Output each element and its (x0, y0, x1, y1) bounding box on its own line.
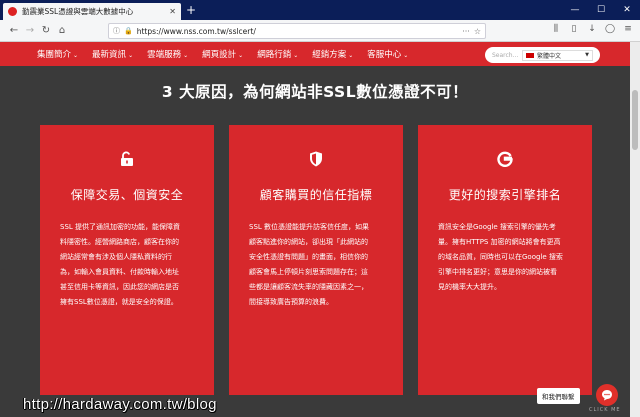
blog-watermark: http://hardaway.com.tw/blog (23, 396, 217, 413)
chevron-down-icon: ⌄ (183, 52, 189, 59)
taiwan-flag-icon (526, 52, 534, 58)
close-window-icon[interactable]: ✕ (614, 0, 640, 20)
minimize-icon[interactable]: — (562, 0, 588, 20)
chevron-down-icon: ⌄ (73, 52, 79, 59)
library-icon[interactable]: ⫼ (550, 24, 562, 34)
card-title: 顧客購買的信任指標 (259, 188, 373, 202)
info-icon[interactable]: ⓘ (113, 26, 120, 36)
language-label: 繁體中文 (537, 52, 562, 60)
download-icon[interactable]: ↓ (586, 24, 598, 34)
chevron-down-icon: ▼ (585, 52, 589, 58)
google-g-icon (418, 151, 592, 167)
tab-close-icon[interactable]: ✕ (169, 7, 176, 16)
home-icon[interactable]: ⌂ (54, 25, 70, 36)
site-favicon-icon (8, 7, 17, 16)
url-bar[interactable]: ⓘ 🔒 https://www.nss.com.tw/sslcert/ ··· … (108, 23, 486, 39)
url-text[interactable]: https://www.nss.com.tw/sslcert/ (137, 27, 458, 36)
browser-tab-bar: 勤震業SSL憑證與雲端大數據中心 ✕ + — ☐ ✕ (0, 0, 640, 20)
sidebar-icon[interactable]: ▯ (568, 24, 580, 34)
nav-item-support[interactable]: 客服中心 ⌄ (367, 48, 408, 60)
account-icon[interactable]: ◯ (604, 24, 616, 34)
reason-card-trust: 顧客購買的信任指標 SSL 數位憑證能提升訪客信任度，如果 顧客點進你的網站，卻… (229, 125, 403, 395)
reason-card-security: 保障交易、個資安全 SSL 提供了通訊加密的功能，能保障資 料隱密性。經營網路商… (40, 125, 214, 395)
nav-item-cloud[interactable]: 雲端服務 ⌄ (147, 48, 188, 60)
nav-item-reseller[interactable]: 經銷方案 ⌄ (312, 48, 353, 60)
reload-icon[interactable]: ↻ (38, 25, 54, 36)
nav-item-news[interactable]: 最新資訊 ⌄ (92, 48, 133, 60)
chevron-down-icon: ⌄ (293, 52, 299, 59)
card-body: 資訊安全是Google 搜索引擎的優先考 量。擁有HTTPS 加密的網站將會有更… (438, 223, 563, 291)
browser-tab[interactable]: 勤震業SSL憑證與雲端大數據中心 ✕ (3, 3, 181, 20)
nav-item-about[interactable]: 集團簡介 ⌄ (37, 48, 78, 60)
bookmark-star-icon[interactable]: ☆ (474, 27, 481, 36)
click-me-hint: CLICK ME (589, 407, 621, 413)
card-body: SSL 提供了通訊加密的功能，能保障資 料隱密性。經營網路商店，顧客在你的 網站… (60, 223, 181, 306)
card-body: SSL 數位憑證能提升訪客信任度，如果 顧客點進你的網站，卻出現「此網站的 安全… (249, 223, 370, 306)
forward-icon[interactable]: → (22, 25, 38, 36)
chat-label[interactable]: 和我們聯繫 (537, 388, 580, 404)
language-select[interactable]: 繁體中文 ▼ (522, 49, 593, 61)
window-controls: — ☐ ✕ (562, 0, 640, 20)
page-scrollbar[interactable] (630, 42, 640, 417)
page-actions-icon[interactable]: ··· (462, 27, 470, 36)
maximize-icon[interactable]: ☐ (588, 0, 614, 20)
new-tab-icon[interactable]: + (186, 3, 196, 17)
browser-tools: ⫼ ▯ ↓ ◯ ≡ (550, 24, 634, 34)
chat-button[interactable] (596, 384, 618, 406)
back-icon[interactable]: ← (6, 25, 22, 36)
site-search-box[interactable]: Search... 繁體中文 ▼ (485, 47, 600, 63)
browser-nav-bar: ← → ↻ ⌂ ⓘ 🔒 https://www.nss.com.tw/sslce… (0, 20, 640, 42)
shield-icon (229, 151, 403, 167)
chat-bubble-icon (602, 390, 612, 401)
chevron-down-icon: ⌄ (128, 52, 134, 59)
card-title: 保障交易、個資安全 (70, 188, 184, 202)
scrollbar-thumb[interactable] (632, 90, 638, 150)
nav-item-webdesign[interactable]: 網頁設計 ⌄ (202, 48, 243, 60)
tab-title: 勤震業SSL憑證與雲端大數據中心 (22, 7, 134, 16)
chevron-down-icon: ⌄ (238, 52, 244, 59)
lock-icon[interactable]: 🔒 (124, 27, 133, 35)
chevron-down-icon: ⌄ (403, 52, 409, 59)
card-title: 更好的搜索引擎排名 (448, 188, 562, 202)
reason-card-seo: 更好的搜索引擎排名 資訊安全是Google 搜索引擎的優先考 量。擁有HTTPS… (418, 125, 592, 395)
menu-icon[interactable]: ≡ (622, 24, 634, 34)
nav-item-marketing[interactable]: 網路行銷 ⌄ (257, 48, 298, 60)
search-input[interactable]: Search... (492, 52, 522, 59)
unlock-icon (40, 151, 214, 167)
page-heading: 3 大原因，為何網站非SSL數位憑證不可！ (161, 83, 469, 101)
chevron-down-icon: ⌄ (348, 52, 354, 59)
